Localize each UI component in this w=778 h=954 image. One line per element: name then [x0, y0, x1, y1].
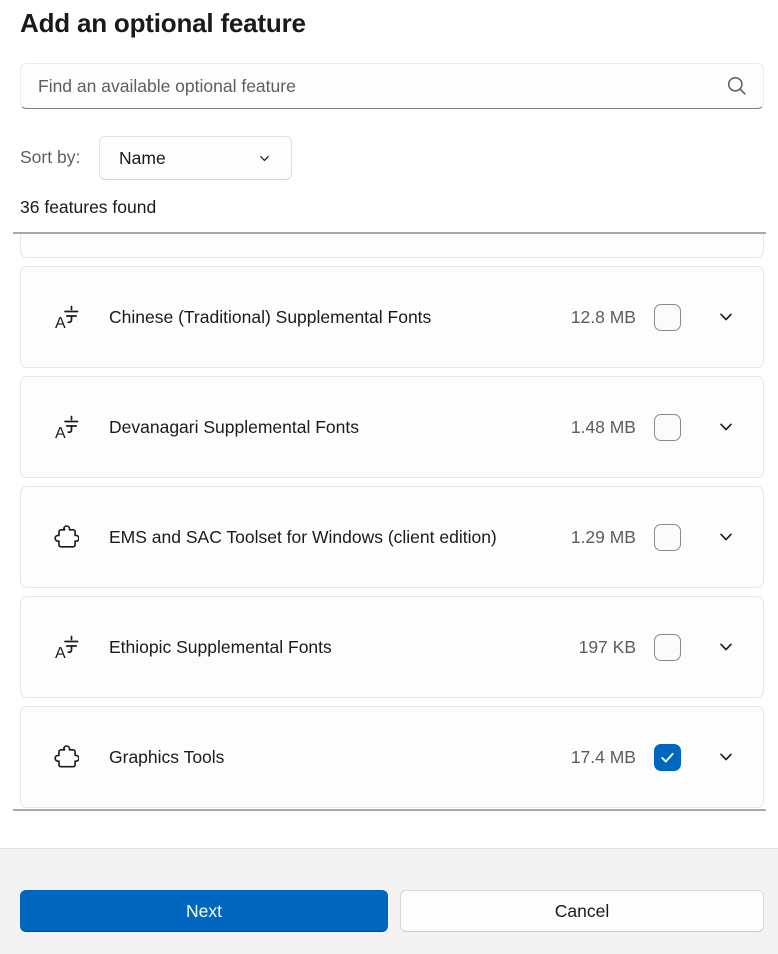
feature-size: 197 KB — [519, 637, 636, 658]
chevron-down-icon — [257, 151, 272, 166]
puzzle-piece-icon — [53, 744, 79, 770]
chevron-down-icon[interactable] — [716, 747, 736, 767]
feature-row[interactable]: A Devanagari Supplemental Fonts 1.48 MB — [20, 376, 764, 478]
chevron-down-icon[interactable] — [716, 417, 736, 437]
feature-row-partial[interactable] — [20, 234, 764, 258]
results-count: 36 features found — [20, 197, 156, 218]
feature-size: 12.8 MB — [519, 307, 636, 328]
feature-checkbox[interactable] — [654, 304, 681, 331]
feature-size: 1.48 MB — [519, 417, 636, 438]
feature-checkbox[interactable] — [654, 524, 681, 551]
feature-row[interactable]: EMS and SAC Toolset for Windows (client … — [20, 486, 764, 588]
feature-name: Devanagari Supplemental Fonts — [109, 414, 519, 441]
page-title: Add an optional feature — [20, 8, 306, 39]
search-box[interactable] — [20, 63, 764, 109]
svg-text:A: A — [55, 425, 66, 440]
chevron-down-icon[interactable] — [716, 307, 736, 327]
font-language-icon: A — [53, 304, 79, 330]
cancel-button[interactable]: Cancel — [400, 890, 764, 932]
puzzle-piece-icon — [53, 524, 79, 550]
sort-selected-value: Name — [119, 148, 257, 169]
font-language-icon: A — [53, 414, 79, 440]
search-icon — [726, 75, 748, 97]
feature-row[interactable]: A Chinese (Traditional) Supplemental Fon… — [20, 266, 764, 368]
sort-dropdown[interactable]: Name — [99, 136, 292, 180]
svg-text:A: A — [55, 315, 66, 330]
feature-row[interactable]: A Ethiopic Supplemental Fonts 197 KB — [20, 596, 764, 698]
feature-name: EMS and SAC Toolset for Windows (client … — [109, 524, 519, 551]
feature-checkbox[interactable] — [654, 634, 681, 661]
font-language-icon: A — [53, 634, 79, 660]
feature-size: 17.4 MB — [519, 747, 636, 768]
chevron-down-icon[interactable] — [716, 527, 736, 547]
next-button[interactable]: Next — [20, 890, 388, 932]
feature-name: Chinese (Traditional) Supplemental Fonts — [109, 304, 519, 331]
sort-label: Sort by: — [20, 147, 80, 168]
chevron-down-icon[interactable] — [716, 637, 736, 657]
feature-checkbox[interactable] — [654, 744, 681, 771]
footer: Next Cancel — [0, 848, 778, 954]
search-input[interactable] — [21, 64, 726, 108]
feature-name: Ethiopic Supplemental Fonts — [109, 634, 519, 661]
feature-name: Graphics Tools — [109, 744, 519, 771]
list-bottom-divider — [13, 809, 766, 811]
feature-size: 1.29 MB — [519, 527, 636, 548]
svg-text:A: A — [55, 645, 66, 660]
feature-row[interactable]: Graphics Tools 17.4 MB — [20, 706, 764, 808]
feature-checkbox[interactable] — [654, 414, 681, 441]
